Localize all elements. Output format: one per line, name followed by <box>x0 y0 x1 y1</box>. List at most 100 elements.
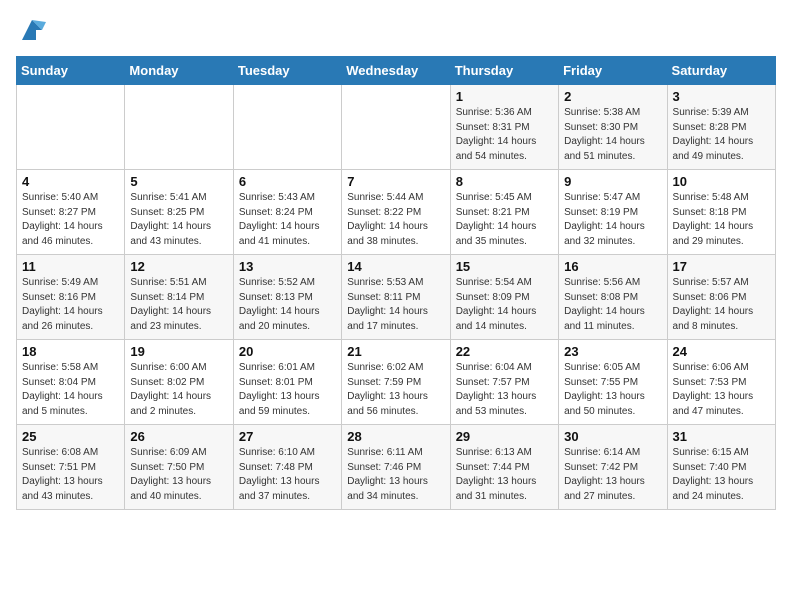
calendar-cell: 12 Sunrise: 5:51 AM Sunset: 8:14 PM Dayli… <box>125 255 233 340</box>
calendar-cell: 25 Sunrise: 6:08 AM Sunset: 7:51 PM Dayli… <box>17 425 125 510</box>
day-number: 10 <box>673 174 770 189</box>
calendar-cell: 29Sunrise: 6:13 AM Sunset: 7:44 PM Dayli… <box>450 425 558 510</box>
day-info: Sunrise: 5:40 AM Sunset: 8:27 PM Dayligh… <box>22 191 119 249</box>
day-info: Sunrise: 5:41 AM Sunset: 8:25 PM Dayligh… <box>130 191 227 249</box>
day-number: 3 <box>673 89 770 104</box>
day-info: Sunrise: 6:06 AM Sunset: 7:53 PM Dayligh… <box>673 361 770 419</box>
day-info: Sunrise: 6:13 AM Sunset: 7:44 PM Dayligh… <box>456 446 553 504</box>
day-number: 31 <box>673 429 770 444</box>
calendar-cell <box>233 85 341 170</box>
calendar-cell: 3 Sunrise: 5:39 AM Sunset: 8:28 PM Daylig… <box>667 85 775 170</box>
calendar-cell: 7Sunrise: 5:44 AM Sunset: 8:22 PM Daylig… <box>342 170 450 255</box>
day-info: Sunrise: 5:43 AM Sunset: 8:24 PM Dayligh… <box>239 191 336 249</box>
day-number: 1 <box>456 89 553 104</box>
day-header-thursday: Thursday <box>450 57 558 85</box>
day-info: Sunrise: 5:36 AM Sunset: 8:31 PM Dayligh… <box>456 106 553 164</box>
day-info: Sunrise: 5:39 AM Sunset: 8:28 PM Dayligh… <box>673 106 770 164</box>
day-info: Sunrise: 5:38 AM Sunset: 8:30 PM Dayligh… <box>564 106 661 164</box>
logo <box>16 16 46 44</box>
calendar-cell: 22Sunrise: 6:04 AM Sunset: 7:57 PM Dayli… <box>450 340 558 425</box>
day-number: 19 <box>130 344 227 359</box>
calendar-cell: 23 Sunrise: 6:05 AM Sunset: 7:55 PM Dayli… <box>559 340 667 425</box>
day-number: 14 <box>347 259 444 274</box>
day-number: 23 <box>564 344 661 359</box>
calendar-cell: 14 Sunrise: 5:53 AM Sunset: 8:11 PM Dayli… <box>342 255 450 340</box>
logo-icon <box>18 16 46 44</box>
day-header-friday: Friday <box>559 57 667 85</box>
calendar-cell: 30 Sunrise: 6:14 AM Sunset: 7:42 PM Dayli… <box>559 425 667 510</box>
day-number: 2 <box>564 89 661 104</box>
day-number: 24 <box>673 344 770 359</box>
day-info: Sunrise: 5:53 AM Sunset: 8:11 PM Dayligh… <box>347 276 444 334</box>
day-info: Sunrise: 6:05 AM Sunset: 7:55 PM Dayligh… <box>564 361 661 419</box>
calendar-cell <box>342 85 450 170</box>
day-info: Sunrise: 6:02 AM Sunset: 7:59 PM Dayligh… <box>347 361 444 419</box>
calendar-cell: 28 Sunrise: 6:11 AM Sunset: 7:46 PM Dayli… <box>342 425 450 510</box>
calendar-cell: 20Sunrise: 6:01 AM Sunset: 8:01 PM Dayli… <box>233 340 341 425</box>
calendar-cell: 5 Sunrise: 5:41 AM Sunset: 8:25 PM Daylig… <box>125 170 233 255</box>
day-info: Sunrise: 5:47 AM Sunset: 8:19 PM Dayligh… <box>564 191 661 249</box>
day-info: Sunrise: 6:04 AM Sunset: 7:57 PM Dayligh… <box>456 361 553 419</box>
calendar-cell: 16 Sunrise: 5:56 AM Sunset: 8:08 PM Dayli… <box>559 255 667 340</box>
calendar-cell: 27 Sunrise: 6:10 AM Sunset: 7:48 PM Dayli… <box>233 425 341 510</box>
day-number: 9 <box>564 174 661 189</box>
day-info: Sunrise: 6:14 AM Sunset: 7:42 PM Dayligh… <box>564 446 661 504</box>
day-header-wednesday: Wednesday <box>342 57 450 85</box>
day-info: Sunrise: 5:56 AM Sunset: 8:08 PM Dayligh… <box>564 276 661 334</box>
day-header-tuesday: Tuesday <box>233 57 341 85</box>
day-info: Sunrise: 5:58 AM Sunset: 8:04 PM Dayligh… <box>22 361 119 419</box>
day-number: 30 <box>564 429 661 444</box>
day-number: 25 <box>22 429 119 444</box>
day-info: Sunrise: 6:15 AM Sunset: 7:40 PM Dayligh… <box>673 446 770 504</box>
day-number: 5 <box>130 174 227 189</box>
day-number: 27 <box>239 429 336 444</box>
day-info: Sunrise: 5:49 AM Sunset: 8:16 PM Dayligh… <box>22 276 119 334</box>
calendar-cell: 17 Sunrise: 5:57 AM Sunset: 8:06 PM Dayli… <box>667 255 775 340</box>
day-number: 12 <box>130 259 227 274</box>
calendar-cell: 2 Sunrise: 5:38 AM Sunset: 8:30 PM Daylig… <box>559 85 667 170</box>
calendar-cell: 15Sunrise: 5:54 AM Sunset: 8:09 PM Dayli… <box>450 255 558 340</box>
calendar-cell: 6Sunrise: 5:43 AM Sunset: 8:24 PM Daylig… <box>233 170 341 255</box>
calendar-header: SundayMondayTuesdayWednesdayThursdayFrid… <box>17 57 776 85</box>
calendar-cell: 31 Sunrise: 6:15 AM Sunset: 7:40 PM Dayli… <box>667 425 775 510</box>
calendar-cell: 1 Sunrise: 5:36 AM Sunset: 8:31 PM Daylig… <box>450 85 558 170</box>
day-number: 4 <box>22 174 119 189</box>
week-row-5: 25 Sunrise: 6:08 AM Sunset: 7:51 PM Dayli… <box>17 425 776 510</box>
calendar-cell: 19 Sunrise: 6:00 AM Sunset: 8:02 PM Dayli… <box>125 340 233 425</box>
week-row-4: 18Sunrise: 5:58 AM Sunset: 8:04 PM Dayli… <box>17 340 776 425</box>
calendar-cell: 9 Sunrise: 5:47 AM Sunset: 8:19 PM Daylig… <box>559 170 667 255</box>
day-header-monday: Monday <box>125 57 233 85</box>
day-info: Sunrise: 6:10 AM Sunset: 7:48 PM Dayligh… <box>239 446 336 504</box>
day-info: Sunrise: 5:52 AM Sunset: 8:13 PM Dayligh… <box>239 276 336 334</box>
day-number: 26 <box>130 429 227 444</box>
day-number: 8 <box>456 174 553 189</box>
day-info: Sunrise: 6:08 AM Sunset: 7:51 PM Dayligh… <box>22 446 119 504</box>
day-info: Sunrise: 6:09 AM Sunset: 7:50 PM Dayligh… <box>130 446 227 504</box>
calendar-cell: 11 Sunrise: 5:49 AM Sunset: 8:16 PM Dayli… <box>17 255 125 340</box>
day-info: Sunrise: 6:01 AM Sunset: 8:01 PM Dayligh… <box>239 361 336 419</box>
day-number: 17 <box>673 259 770 274</box>
calendar-body: 1 Sunrise: 5:36 AM Sunset: 8:31 PM Daylig… <box>17 85 776 510</box>
day-info: Sunrise: 5:44 AM Sunset: 8:22 PM Dayligh… <box>347 191 444 249</box>
day-header-sunday: Sunday <box>17 57 125 85</box>
day-info: Sunrise: 5:45 AM Sunset: 8:21 PM Dayligh… <box>456 191 553 249</box>
day-info: Sunrise: 5:51 AM Sunset: 8:14 PM Dayligh… <box>130 276 227 334</box>
calendar-cell: 24 Sunrise: 6:06 AM Sunset: 7:53 PM Dayli… <box>667 340 775 425</box>
calendar-table: SundayMondayTuesdayWednesdayThursdayFrid… <box>16 56 776 510</box>
calendar-cell: 18Sunrise: 5:58 AM Sunset: 8:04 PM Dayli… <box>17 340 125 425</box>
calendar-cell: 26 Sunrise: 6:09 AM Sunset: 7:50 PM Dayli… <box>125 425 233 510</box>
page-header <box>16 16 776 44</box>
calendar-cell: 8 Sunrise: 5:45 AM Sunset: 8:21 PM Daylig… <box>450 170 558 255</box>
day-number: 11 <box>22 259 119 274</box>
calendar-cell: 4 Sunrise: 5:40 AM Sunset: 8:27 PM Daylig… <box>17 170 125 255</box>
day-number: 13 <box>239 259 336 274</box>
day-info: Sunrise: 6:11 AM Sunset: 7:46 PM Dayligh… <box>347 446 444 504</box>
day-number: 16 <box>564 259 661 274</box>
day-info: Sunrise: 5:48 AM Sunset: 8:18 PM Dayligh… <box>673 191 770 249</box>
day-info: Sunrise: 5:54 AM Sunset: 8:09 PM Dayligh… <box>456 276 553 334</box>
day-info: Sunrise: 5:57 AM Sunset: 8:06 PM Dayligh… <box>673 276 770 334</box>
calendar-cell: 10 Sunrise: 5:48 AM Sunset: 8:18 PM Dayli… <box>667 170 775 255</box>
day-number: 28 <box>347 429 444 444</box>
calendar-cell <box>17 85 125 170</box>
day-info: Sunrise: 6:00 AM Sunset: 8:02 PM Dayligh… <box>130 361 227 419</box>
